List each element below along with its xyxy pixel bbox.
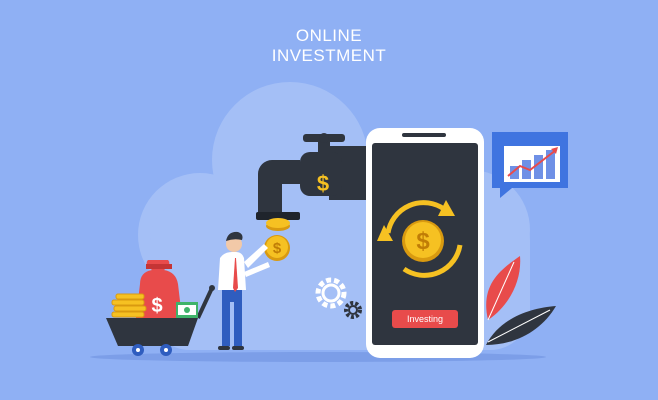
svg-text:$: $ — [273, 240, 282, 257]
chart-bubble — [492, 132, 568, 198]
illustration-canvas: ONLINE INVESTMENT $ $ $ $ Investing — [0, 0, 658, 400]
svg-text:$: $ — [416, 228, 430, 255]
cash-bills-icon — [176, 302, 198, 318]
coin-stack — [111, 293, 147, 318]
phone-coin-icon: $ — [402, 220, 444, 262]
investing-button[interactable]: Investing — [392, 310, 458, 328]
falling-coin-1 — [266, 218, 290, 231]
svg-text:$: $ — [151, 295, 162, 317]
faucet-dollar-icon: $ — [317, 171, 329, 196]
investment-illustration: $ $ $ $ — [90, 82, 568, 362]
